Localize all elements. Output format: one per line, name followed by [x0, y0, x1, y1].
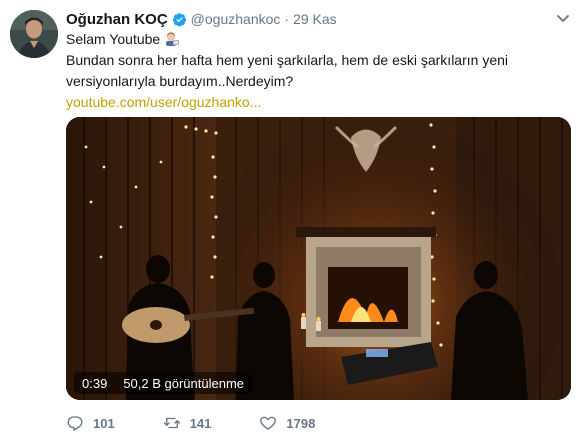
video-view-count: 50,2 B görüntülenme — [123, 375, 245, 391]
retweet-count: 141 — [189, 415, 212, 431]
user-handle[interactable]: @oguzhankoc — [191, 11, 281, 27]
tweet-text-line-2: Bundan sonra her hafta hem yeni şarkılar… — [66, 52, 509, 68]
separator-dot: · — [284, 11, 290, 27]
retweet-icon — [163, 414, 181, 432]
reply-count: 101 — [93, 415, 115, 431]
avatar[interactable] — [10, 10, 58, 58]
chevron-down-icon[interactable] — [556, 12, 570, 26]
retweet-button[interactable]: 141 — [163, 414, 212, 432]
verified-badge-icon — [172, 12, 187, 27]
tweet-actions: 101 141 1798 — [66, 413, 363, 433]
heart-icon — [259, 414, 277, 432]
tweet-greeting: Selam Youtube — [66, 31, 161, 47]
man-technologist-emoji — [164, 31, 180, 47]
video-duration: 0:39 — [82, 375, 108, 391]
video-thumbnail-musicians-by-fireplace — [66, 117, 571, 400]
like-button[interactable]: 1798 — [259, 414, 315, 432]
tweet-text: Selam Youtube Bundan sonra her hafta hem… — [66, 29, 566, 113]
reply-button[interactable]: 101 — [66, 414, 115, 432]
like-count: 1798 — [286, 415, 316, 431]
tweet-text-line-1: Selam Youtube — [66, 29, 566, 50]
reply-icon — [66, 414, 84, 432]
tweet-card[interactable]: Oğuzhan KOÇ @oguzhankoc · 29 Kas Selam Y… — [0, 0, 582, 440]
youtube-link[interactable]: youtube.com/user/oguzhanko... — [66, 92, 566, 113]
video-info-overlay: 0:39 50,2 B görüntülenme — [74, 372, 253, 394]
timestamp[interactable]: 29 Kas — [293, 11, 337, 27]
tweet-text-line-3: versiyonlarıyla burdayım..Nerdeyim? — [66, 73, 294, 89]
video-player[interactable] — [66, 117, 571, 400]
display-name[interactable]: Oğuzhan KOÇ — [66, 11, 168, 28]
tweet-header: Oğuzhan KOÇ @oguzhankoc · 29 Kas — [66, 9, 337, 29]
